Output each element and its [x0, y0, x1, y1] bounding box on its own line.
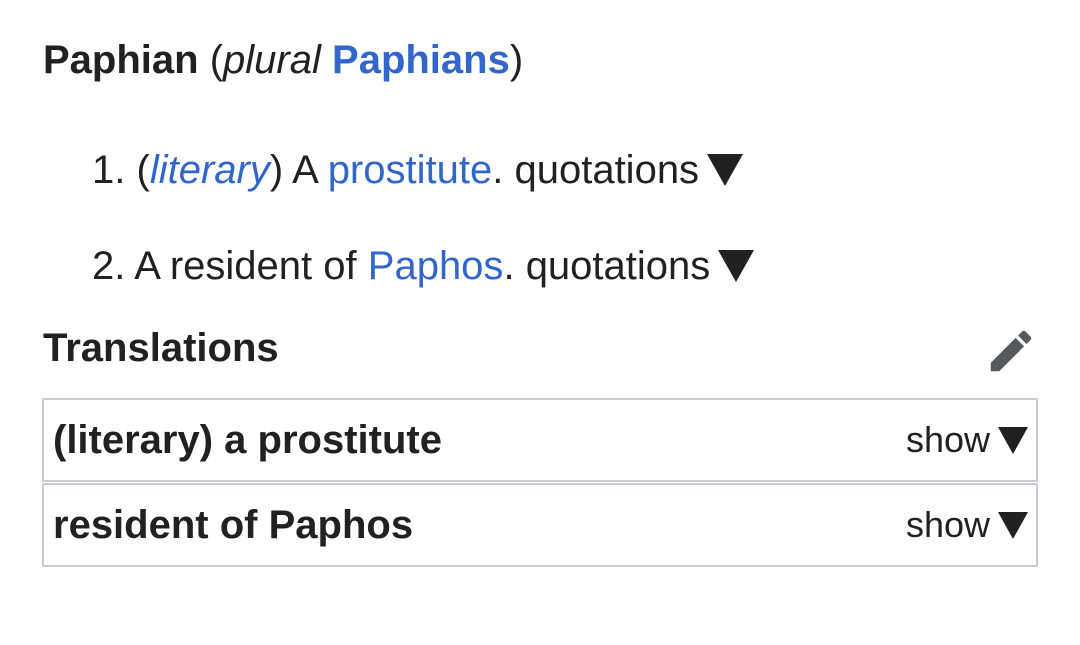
- expand-triangle-icon: [998, 426, 1028, 454]
- sense-item: 1. (literary) A prostitute. quotations: [92, 144, 744, 196]
- sense-item: 2. A resident of Paphos. quotations: [92, 240, 755, 292]
- paren-open: (: [209, 38, 224, 82]
- entry-page: Paphian (plural Paphians) 1. (literary) …: [0, 0, 1080, 645]
- expand-triangle-icon: [998, 511, 1028, 539]
- show-toggle[interactable]: show: [906, 416, 1028, 464]
- translation-box[interactable]: resident of Paphos show: [42, 483, 1038, 567]
- translations-heading: Translations: [43, 326, 279, 370]
- quotations-label: quotations: [525, 244, 711, 288]
- sense-text: A resident of: [134, 244, 357, 288]
- quotations-label: quotations: [514, 148, 700, 192]
- label-literary-link[interactable]: literary: [150, 148, 270, 192]
- translation-box-title: (literary) a prostitute: [53, 418, 442, 462]
- show-label: show: [905, 419, 990, 460]
- paren-close: ): [269, 148, 284, 192]
- expand-triangle-icon: [718, 250, 755, 283]
- show-label: show: [905, 504, 990, 545]
- paphos-link[interactable]: Paphos: [368, 244, 504, 288]
- pencil-icon[interactable]: [984, 324, 1038, 378]
- sense-period: .: [492, 148, 504, 192]
- sense-number: 1.: [92, 148, 126, 192]
- expand-triangle-icon: [707, 154, 744, 187]
- quotations-toggle[interactable]: quotations: [514, 148, 744, 192]
- sense-period: .: [503, 244, 515, 288]
- prostitute-link[interactable]: prostitute: [328, 148, 493, 192]
- sense-number: 2.: [92, 244, 126, 288]
- quotations-toggle[interactable]: quotations: [526, 244, 755, 288]
- plural-form-link[interactable]: Paphians: [332, 38, 510, 82]
- paren-open: (: [136, 148, 150, 192]
- show-toggle[interactable]: show: [906, 501, 1028, 549]
- sense-text: A: [292, 148, 317, 192]
- translation-box-title: resident of Paphos: [53, 503, 414, 547]
- translation-box[interactable]: (literary) a prostitute show: [42, 398, 1038, 482]
- headword-line: Paphian (plural Paphians): [43, 34, 523, 86]
- paren-close: ): [509, 38, 524, 82]
- headword: Paphian: [43, 38, 199, 82]
- plural-label: plural: [223, 38, 321, 82]
